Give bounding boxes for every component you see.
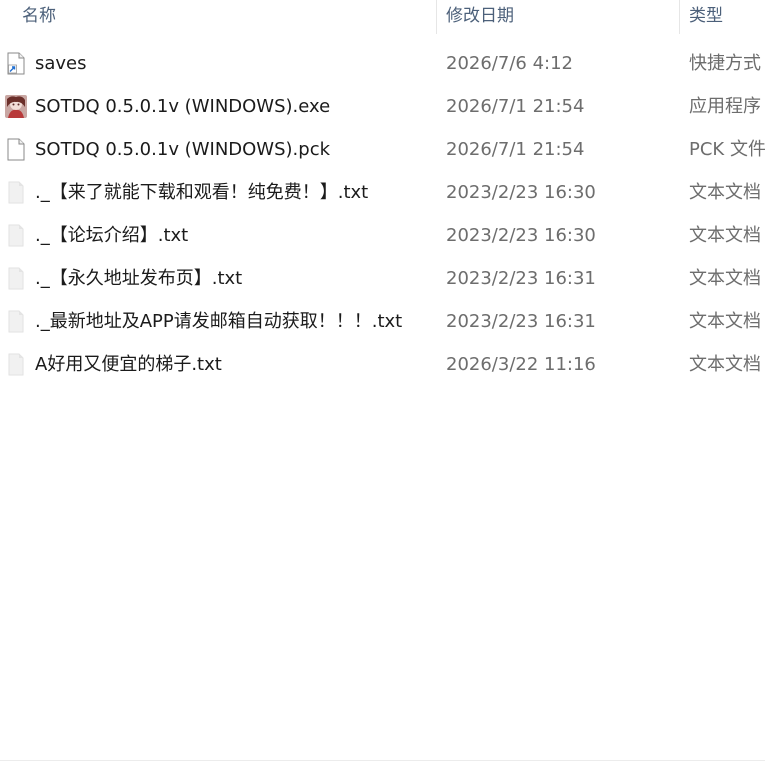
file-name: ._【论坛介绍】.txt (35, 225, 189, 246)
file-name: SOTDQ 0.5.0.1v (WINDOWS).exe (35, 96, 331, 117)
text-file-icon (5, 224, 27, 247)
file-type: 快捷方式 (689, 53, 761, 74)
file-row[interactable]: ._【永久地址发布页】.txt 2023/2/23 16:31 文本文档 (0, 257, 765, 300)
file-row[interactable]: SOTDQ 0.5.0.1v (WINDOWS).exe 2026/7/1 21… (0, 85, 765, 128)
file-type: 文本文档 (689, 225, 761, 246)
text-file-icon (5, 353, 27, 376)
file-name: A好用又便宜的梯子.txt (35, 354, 222, 375)
column-divider[interactable] (436, 0, 437, 34)
file-row[interactable]: SOTDQ 0.5.0.1v (WINDOWS).pck 2026/7/1 21… (0, 128, 765, 171)
file-name: ._【来了就能下载和观看！纯免费！】.txt (35, 182, 369, 203)
column-header-name[interactable]: 名称 (22, 0, 422, 34)
blank-file-icon (5, 138, 27, 161)
file-date-modified: 2023/2/23 16:31 (446, 311, 596, 332)
column-divider[interactable] (679, 0, 680, 34)
file-row[interactable]: ._最新地址及APP请发邮箱自动获取！！！.txt 2023/2/23 16:3… (0, 300, 765, 343)
file-type: 文本文档 (689, 311, 761, 332)
file-date-modified: 2023/2/23 16:31 (446, 268, 596, 289)
application-icon (5, 95, 27, 118)
column-header-type[interactable]: 类型 (689, 0, 765, 34)
file-type: 文本文档 (689, 268, 761, 289)
column-header-row: ^ 名称 修改日期 类型 (0, 0, 765, 36)
column-header-date-modified[interactable]: 修改日期 (446, 0, 666, 34)
file-date-modified: 2026/7/1 21:54 (446, 96, 585, 117)
view-bottom-edge (0, 760, 765, 761)
file-type: 应用程序 (689, 96, 761, 117)
file-row[interactable]: saves 2026/7/6 4:12 快捷方式 (0, 42, 765, 85)
file-list-view: ^ 名称 修改日期 类型 saves 2026/7/6 4:12 快捷方式 (0, 0, 765, 762)
file-date-modified: 2026/7/1 21:54 (446, 139, 585, 160)
file-name: ._【永久地址发布页】.txt (35, 268, 243, 289)
file-row[interactable]: ._【来了就能下载和观看！纯免费！】.txt 2023/2/23 16:30 文… (0, 171, 765, 214)
file-type: 文本文档 (689, 354, 761, 375)
file-name: saves (35, 53, 87, 74)
file-date-modified: 2023/2/23 16:30 (446, 182, 596, 203)
file-date-modified: 2023/2/23 16:30 (446, 225, 596, 246)
file-row[interactable]: A好用又便宜的梯子.txt 2026/3/22 11:16 文本文档 (0, 343, 765, 386)
text-file-icon (5, 310, 27, 333)
file-name: SOTDQ 0.5.0.1v (WINDOWS).pck (35, 139, 331, 160)
file-type: 文本文档 (689, 182, 761, 203)
file-name: ._最新地址及APP请发邮箱自动获取！！！.txt (35, 311, 403, 332)
file-rows: saves 2026/7/6 4:12 快捷方式 SOTDQ 0.5.0.1v … (0, 42, 765, 386)
shortcut-file-icon (5, 52, 27, 75)
file-row[interactable]: ._【论坛介绍】.txt 2023/2/23 16:30 文本文档 (0, 214, 765, 257)
file-date-modified: 2026/7/6 4:12 (446, 53, 573, 74)
text-file-icon (5, 181, 27, 204)
file-date-modified: 2026/3/22 11:16 (446, 354, 596, 375)
text-file-icon (5, 267, 27, 290)
file-type: PCK 文件 (689, 139, 765, 160)
